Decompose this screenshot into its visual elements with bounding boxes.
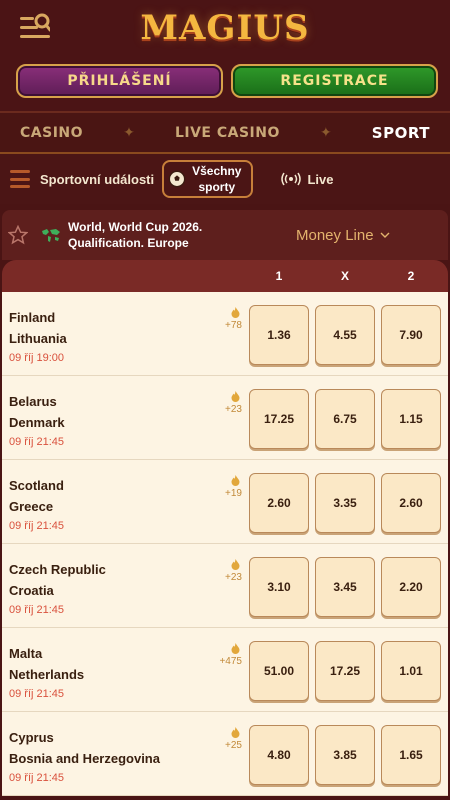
match-time: 09 říj 19:00 bbox=[9, 352, 65, 364]
market-label: Money Line bbox=[296, 226, 374, 244]
column-header-1: 1 bbox=[275, 269, 283, 283]
match-time: 09 říj 21:45 bbox=[9, 688, 65, 700]
odd-draw-button[interactable]: 3.85 bbox=[315, 725, 375, 785]
more-markets-count[interactable]: +25 bbox=[225, 740, 242, 751]
match-time: 09 říj 21:45 bbox=[9, 604, 65, 616]
odd-home-button[interactable]: 3.10 bbox=[249, 557, 309, 617]
odd-home-button[interactable]: 17.25 bbox=[249, 389, 309, 449]
flame-icon bbox=[231, 475, 240, 486]
nav-separator-icon: ✦ bbox=[123, 124, 135, 140]
odd-away-button[interactable]: 2.20 bbox=[381, 557, 441, 617]
home-team: Cyprus bbox=[9, 730, 54, 745]
odd-draw-button[interactable]: 3.45 bbox=[315, 557, 375, 617]
event-header: World, World Cup 2026. Qualification. Eu… bbox=[2, 210, 448, 260]
odd-away-button[interactable]: 1.15 bbox=[381, 389, 441, 449]
more-markets-count[interactable]: +78 bbox=[225, 320, 242, 331]
column-header-2: 2 bbox=[407, 269, 415, 283]
odd-draw-button[interactable]: 17.25 bbox=[315, 641, 375, 701]
odd-home-button[interactable]: 2.60 bbox=[249, 473, 309, 533]
login-button[interactable]: PŘIHLÁŠENÍ bbox=[16, 64, 223, 98]
away-team: Bosnia and Herzegovina bbox=[9, 751, 160, 766]
home-team: Malta bbox=[9, 646, 43, 661]
nav-live-casino[interactable]: LIVE CASINO bbox=[175, 125, 280, 141]
event-title: World, World Cup 2026. Qualification. Eu… bbox=[68, 220, 203, 250]
odd-draw-button[interactable]: 6.75 bbox=[315, 389, 375, 449]
home-team: Finland bbox=[9, 310, 56, 325]
odd-home-button[interactable]: 51.00 bbox=[249, 641, 309, 701]
logo[interactable]: MAGIUS bbox=[0, 8, 450, 48]
soccer-ball-icon bbox=[168, 170, 186, 188]
away-team: Denmark bbox=[9, 415, 65, 430]
sport-events-label[interactable]: Sportovní události bbox=[40, 172, 154, 187]
away-team: Lithuania bbox=[9, 331, 67, 346]
more-markets-count[interactable]: +475 bbox=[219, 656, 242, 667]
auth-buttons: PŘIHLÁŠENÍ REGISTRACE bbox=[16, 64, 438, 98]
column-header-x: X bbox=[340, 269, 349, 283]
odd-away-button[interactable]: 1.65 bbox=[381, 725, 441, 785]
odd-draw-button[interactable]: 3.35 bbox=[315, 473, 375, 533]
live-label: Live bbox=[307, 171, 334, 187]
match-row[interactable]: Cyprus Bosnia and Herzegovina 09 říj 21:… bbox=[2, 712, 448, 796]
match-time: 09 říj 21:45 bbox=[9, 520, 65, 532]
match-row[interactable]: Finland Lithuania 09 říj 19:00 +78 1.36 … bbox=[2, 292, 448, 376]
live-button[interactable]: Live bbox=[281, 171, 334, 187]
header: MAGIUS PŘIHLÁŠENÍ REGISTRACE bbox=[0, 0, 450, 112]
odd-away-button[interactable]: 2.60 bbox=[381, 473, 441, 533]
match-row[interactable]: Scotland Greece 09 říj 21:45 +19 2.60 3.… bbox=[2, 460, 448, 544]
match-time: 09 říj 21:45 bbox=[9, 436, 65, 448]
star-icon[interactable] bbox=[8, 225, 28, 245]
match-row[interactable]: Belarus Denmark 09 říj 21:45 +23 17.25 6… bbox=[2, 376, 448, 460]
match-row[interactable]: Czech Republic Croatia 09 říj 21:45 +23 … bbox=[2, 544, 448, 628]
register-button[interactable]: REGISTRACE bbox=[231, 64, 438, 98]
flame-icon bbox=[231, 307, 240, 318]
hamburger-icon[interactable] bbox=[10, 170, 30, 188]
away-team: Netherlands bbox=[9, 667, 85, 682]
away-team: Croatia bbox=[9, 583, 54, 598]
nav-separator-icon: ✦ bbox=[319, 124, 332, 140]
flame-icon bbox=[231, 559, 240, 570]
odd-away-button[interactable]: 7.90 bbox=[381, 305, 441, 365]
more-markets-count[interactable]: +23 bbox=[225, 572, 242, 583]
all-sports-label: Všechny sporty bbox=[192, 164, 242, 194]
away-team: Greece bbox=[9, 499, 54, 514]
odd-away-button[interactable]: 1.01 bbox=[381, 641, 441, 701]
match-list: Finland Lithuania 09 říj 19:00 +78 1.36 … bbox=[2, 292, 448, 796]
home-team: Belarus bbox=[9, 394, 57, 409]
odd-home-button[interactable]: 1.36 bbox=[249, 305, 309, 365]
nav-casino[interactable]: CASINO bbox=[20, 125, 83, 141]
home-team: Czech Republic bbox=[9, 562, 106, 577]
market-selector[interactable]: Money Line bbox=[296, 227, 390, 244]
flame-icon bbox=[231, 727, 240, 738]
flame-icon bbox=[231, 391, 240, 402]
more-markets-count[interactable]: +19 bbox=[225, 488, 242, 499]
nav-sport[interactable]: SPORT bbox=[372, 124, 430, 142]
live-signal-icon bbox=[281, 172, 302, 186]
odds-column-headers: 1 X 2 bbox=[2, 260, 448, 292]
chevron-down-icon bbox=[380, 232, 390, 238]
main-nav: CASINO ✦ LIVE CASINO ✦ SPORT bbox=[0, 112, 450, 154]
more-markets-count[interactable]: +23 bbox=[225, 404, 242, 415]
globe-icon bbox=[42, 229, 60, 242]
home-team: Scotland bbox=[9, 478, 64, 493]
odd-home-button[interactable]: 4.80 bbox=[249, 725, 309, 785]
sport-subnav: Sportovní události Všechny sporty Live bbox=[0, 154, 450, 204]
match-time: 09 říj 21:45 bbox=[9, 772, 65, 784]
flame-icon bbox=[231, 643, 240, 654]
odd-draw-button[interactable]: 4.55 bbox=[315, 305, 375, 365]
all-sports-button[interactable]: Všechny sporty bbox=[162, 160, 254, 198]
match-row[interactable]: Malta Netherlands 09 říj 21:45 +475 51.0… bbox=[2, 628, 448, 712]
